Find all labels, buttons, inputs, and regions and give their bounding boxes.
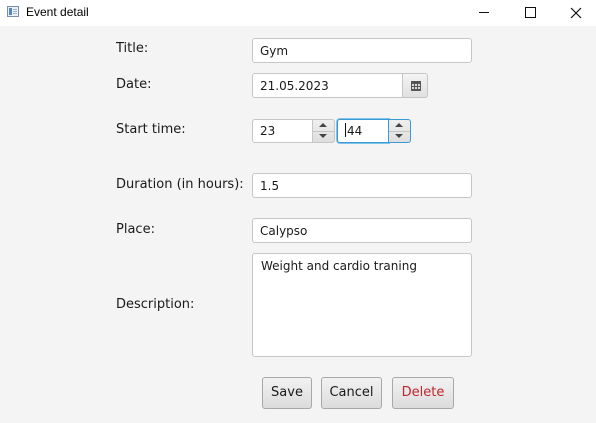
app-icon — [7, 6, 19, 17]
date-input[interactable]: 21.05.2023 — [252, 73, 403, 98]
calendar-icon — [411, 81, 421, 91]
cancel-button[interactable]: Cancel — [321, 377, 382, 409]
description-textarea[interactable]: Weight and cardio traning — [252, 253, 472, 357]
minute-decrement-icon[interactable] — [389, 131, 410, 142]
start-minute-input[interactable]: 44 — [337, 119, 389, 143]
description-label: Description: — [116, 297, 195, 312]
date-picker-button[interactable] — [402, 73, 428, 98]
title-label: Title: — [116, 41, 149, 56]
start-minute-value: 44 — [347, 124, 363, 138]
close-button[interactable] — [553, 0, 596, 26]
delete-button[interactable]: Delete — [392, 377, 454, 409]
hour-decrement-icon[interactable] — [313, 131, 334, 142]
start-hour-input[interactable]: 23 — [252, 119, 313, 143]
place-label: Place: — [116, 222, 155, 237]
minimize-button[interactable] — [461, 0, 507, 26]
maximize-button[interactable] — [507, 0, 553, 26]
close-icon — [570, 7, 582, 19]
duration-input[interactable]: 1.5 — [252, 173, 472, 198]
start-time-label: Start time: — [116, 122, 186, 137]
window-title: Event detail — [26, 5, 89, 19]
save-button[interactable]: Save — [262, 377, 312, 409]
title-bar[interactable]: Event detail — [0, 0, 596, 26]
start-minute-spinner[interactable] — [388, 119, 411, 143]
date-label: Date: — [116, 77, 152, 92]
title-input[interactable]: Gym — [252, 38, 472, 63]
duration-label: Duration (in hours): — [116, 177, 244, 192]
place-input[interactable]: Calypso — [252, 218, 472, 243]
start-hour-spinner[interactable] — [312, 119, 335, 143]
text-caret — [345, 123, 346, 137]
